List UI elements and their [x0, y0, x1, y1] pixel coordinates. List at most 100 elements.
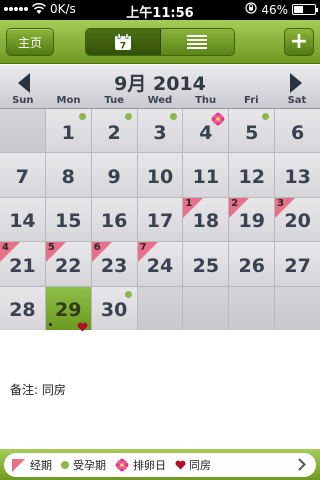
- calendar-day-cell[interactable]: 6: [275, 109, 320, 153]
- list-icon: [187, 35, 208, 49]
- calendar-day-cell[interactable]: 12: [229, 153, 275, 197]
- calendar-day-cell[interactable]: 27: [275, 242, 320, 286]
- today-marker-dot: [48, 323, 52, 326]
- calendar-day-cell[interactable]: 19 2: [229, 197, 275, 242]
- calendar-day-cell[interactable]: 13: [275, 153, 320, 197]
- period-day-number: 4: [2, 242, 9, 254]
- calendar-view-tab[interactable]: 7: [86, 29, 161, 55]
- calendar-day-cell[interactable]: 1: [45, 109, 91, 153]
- fertile-dot-icon: [124, 290, 132, 298]
- chevron-right-icon[interactable]: [298, 458, 306, 474]
- day-number: 12: [238, 166, 265, 189]
- period-day-number: 3: [277, 197, 285, 209]
- calendar-day-cell[interactable]: 11: [183, 153, 229, 197]
- calendar-day-cell[interactable]: 28: [0, 286, 45, 330]
- calendar-grid: 1 2 3 4 5 6 7 8 9 10 11 12 13 14 15 16 17 18 1 19 2 20 3 21 4 22 5…: [0, 108, 320, 332]
- list-view-tab[interactable]: [160, 29, 234, 55]
- app-root: 0K/s 上午11:56 46% 主页 7 + 9月 2014 Sun Mon …: [0, 0, 320, 480]
- day-number: 5: [245, 121, 259, 144]
- calendar-empty-cell: [183, 286, 229, 330]
- period-day-number: 2: [231, 197, 239, 209]
- calendar-icon-day: 7: [120, 42, 126, 52]
- day-number: 25: [192, 254, 220, 277]
- day-number: 8: [61, 166, 75, 189]
- day-number: 17: [146, 210, 174, 233]
- legend-fertile-label: 受孕期: [73, 459, 106, 472]
- day-number: 28: [9, 299, 36, 322]
- weekday-label: Thu: [195, 95, 217, 106]
- calendar-day-cell[interactable]: 18 1: [183, 197, 229, 242]
- calendar-day-cell[interactable]: 20 3: [275, 197, 320, 242]
- status-bar: 0K/s 上午11:56 46%: [0, 0, 320, 21]
- period-flag-icon: [12, 458, 25, 472]
- calendar-day-cell[interactable]: 25: [183, 242, 229, 286]
- calendar-empty-cell: [137, 286, 183, 330]
- calendar-day-cell[interactable]: 15: [45, 197, 91, 242]
- legend-fertile: 受孕期: [61, 457, 106, 473]
- weekday-label: Tue: [104, 95, 125, 106]
- calendar-day-cell[interactable]: 21 4: [0, 242, 45, 286]
- calendar-day-cell[interactable]: 17: [137, 197, 183, 242]
- period-day-number: 6: [93, 242, 101, 254]
- legend-intercourse: 同房: [175, 457, 211, 473]
- calendar-day-cell[interactable]: 23 6: [91, 242, 137, 286]
- calendar-day-cell[interactable]: 5: [229, 109, 275, 153]
- status-right: 46%: [245, 2, 318, 17]
- calendar-day-cell[interactable]: 29: [45, 286, 91, 332]
- day-number: 6: [290, 121, 305, 144]
- calendar-day-cell[interactable]: 24 7: [137, 242, 183, 286]
- weekday-label: Sat: [287, 95, 307, 106]
- heart-icon: [77, 317, 88, 332]
- calendar-empty-cell: [275, 286, 320, 330]
- calendar-day-cell[interactable]: 2: [91, 109, 137, 153]
- day-number: 10: [146, 166, 174, 189]
- legend-period: 经期: [12, 457, 52, 473]
- fertile-dot-icon: [61, 461, 69, 469]
- home-button[interactable]: 主页: [6, 28, 54, 56]
- flower-icon: [115, 458, 129, 472]
- legend-intercourse-label: 同房: [189, 459, 211, 472]
- fertile-dot-icon: [78, 290, 86, 298]
- battery-percent: 46%: [261, 2, 288, 17]
- view-switcher: 7: [85, 28, 235, 56]
- calendar-day-cell[interactable]: 3: [137, 109, 183, 153]
- fertile-dot-icon: [170, 113, 178, 120]
- day-number: 9: [107, 166, 121, 189]
- day-number: 7: [15, 166, 30, 189]
- day-number: 15: [55, 210, 82, 233]
- day-number: 11: [192, 166, 220, 189]
- legend-ovulation: 排卵日: [115, 457, 166, 473]
- day-number: 27: [284, 254, 311, 277]
- calendar-day-cell[interactable]: 4: [183, 109, 229, 153]
- day-number: 14: [9, 210, 36, 233]
- calendar-day-cell[interactable]: 7: [0, 153, 45, 197]
- weekday-label: Wed: [147, 95, 173, 106]
- calendar-day-cell[interactable]: 26: [229, 242, 275, 286]
- calendar-day-cell[interactable]: 9: [91, 153, 137, 197]
- period-day-number: 7: [139, 242, 147, 254]
- weekday-label: Fri: [244, 95, 259, 106]
- calendar-day-cell[interactable]: 8: [45, 153, 91, 197]
- heart-icon: [175, 460, 186, 470]
- add-button[interactable]: +: [284, 28, 314, 56]
- calendar-day-cell[interactable]: 30: [91, 286, 137, 330]
- nav-bar: 主页 7 +: [0, 20, 320, 64]
- fertile-dot-icon: [78, 113, 86, 120]
- calendar-empty-cell: [0, 109, 45, 153]
- battery-fill: [294, 6, 303, 13]
- fertile-dot-icon: [124, 113, 132, 120]
- note-text: 备注: 同房: [10, 383, 66, 397]
- arrow-right-icon: [290, 73, 302, 93]
- fertile-dot-icon: [262, 113, 270, 120]
- period-day-number: 1: [185, 197, 193, 209]
- legend-period-label: 经期: [30, 459, 52, 472]
- calendar-day-cell[interactable]: 22 5: [45, 242, 91, 286]
- calendar-day-cell[interactable]: 14: [0, 197, 45, 242]
- battery-icon: [292, 4, 318, 15]
- legend[interactable]: 经期 受孕期 排卵日 同房: [4, 453, 316, 477]
- calendar-day-cell[interactable]: 10: [137, 153, 183, 197]
- day-number: 2: [107, 121, 121, 144]
- next-month-button[interactable]: [286, 71, 306, 95]
- legend-ovulation-label: 排卵日: [133, 459, 166, 472]
- calendar-day-cell[interactable]: 16: [91, 197, 137, 242]
